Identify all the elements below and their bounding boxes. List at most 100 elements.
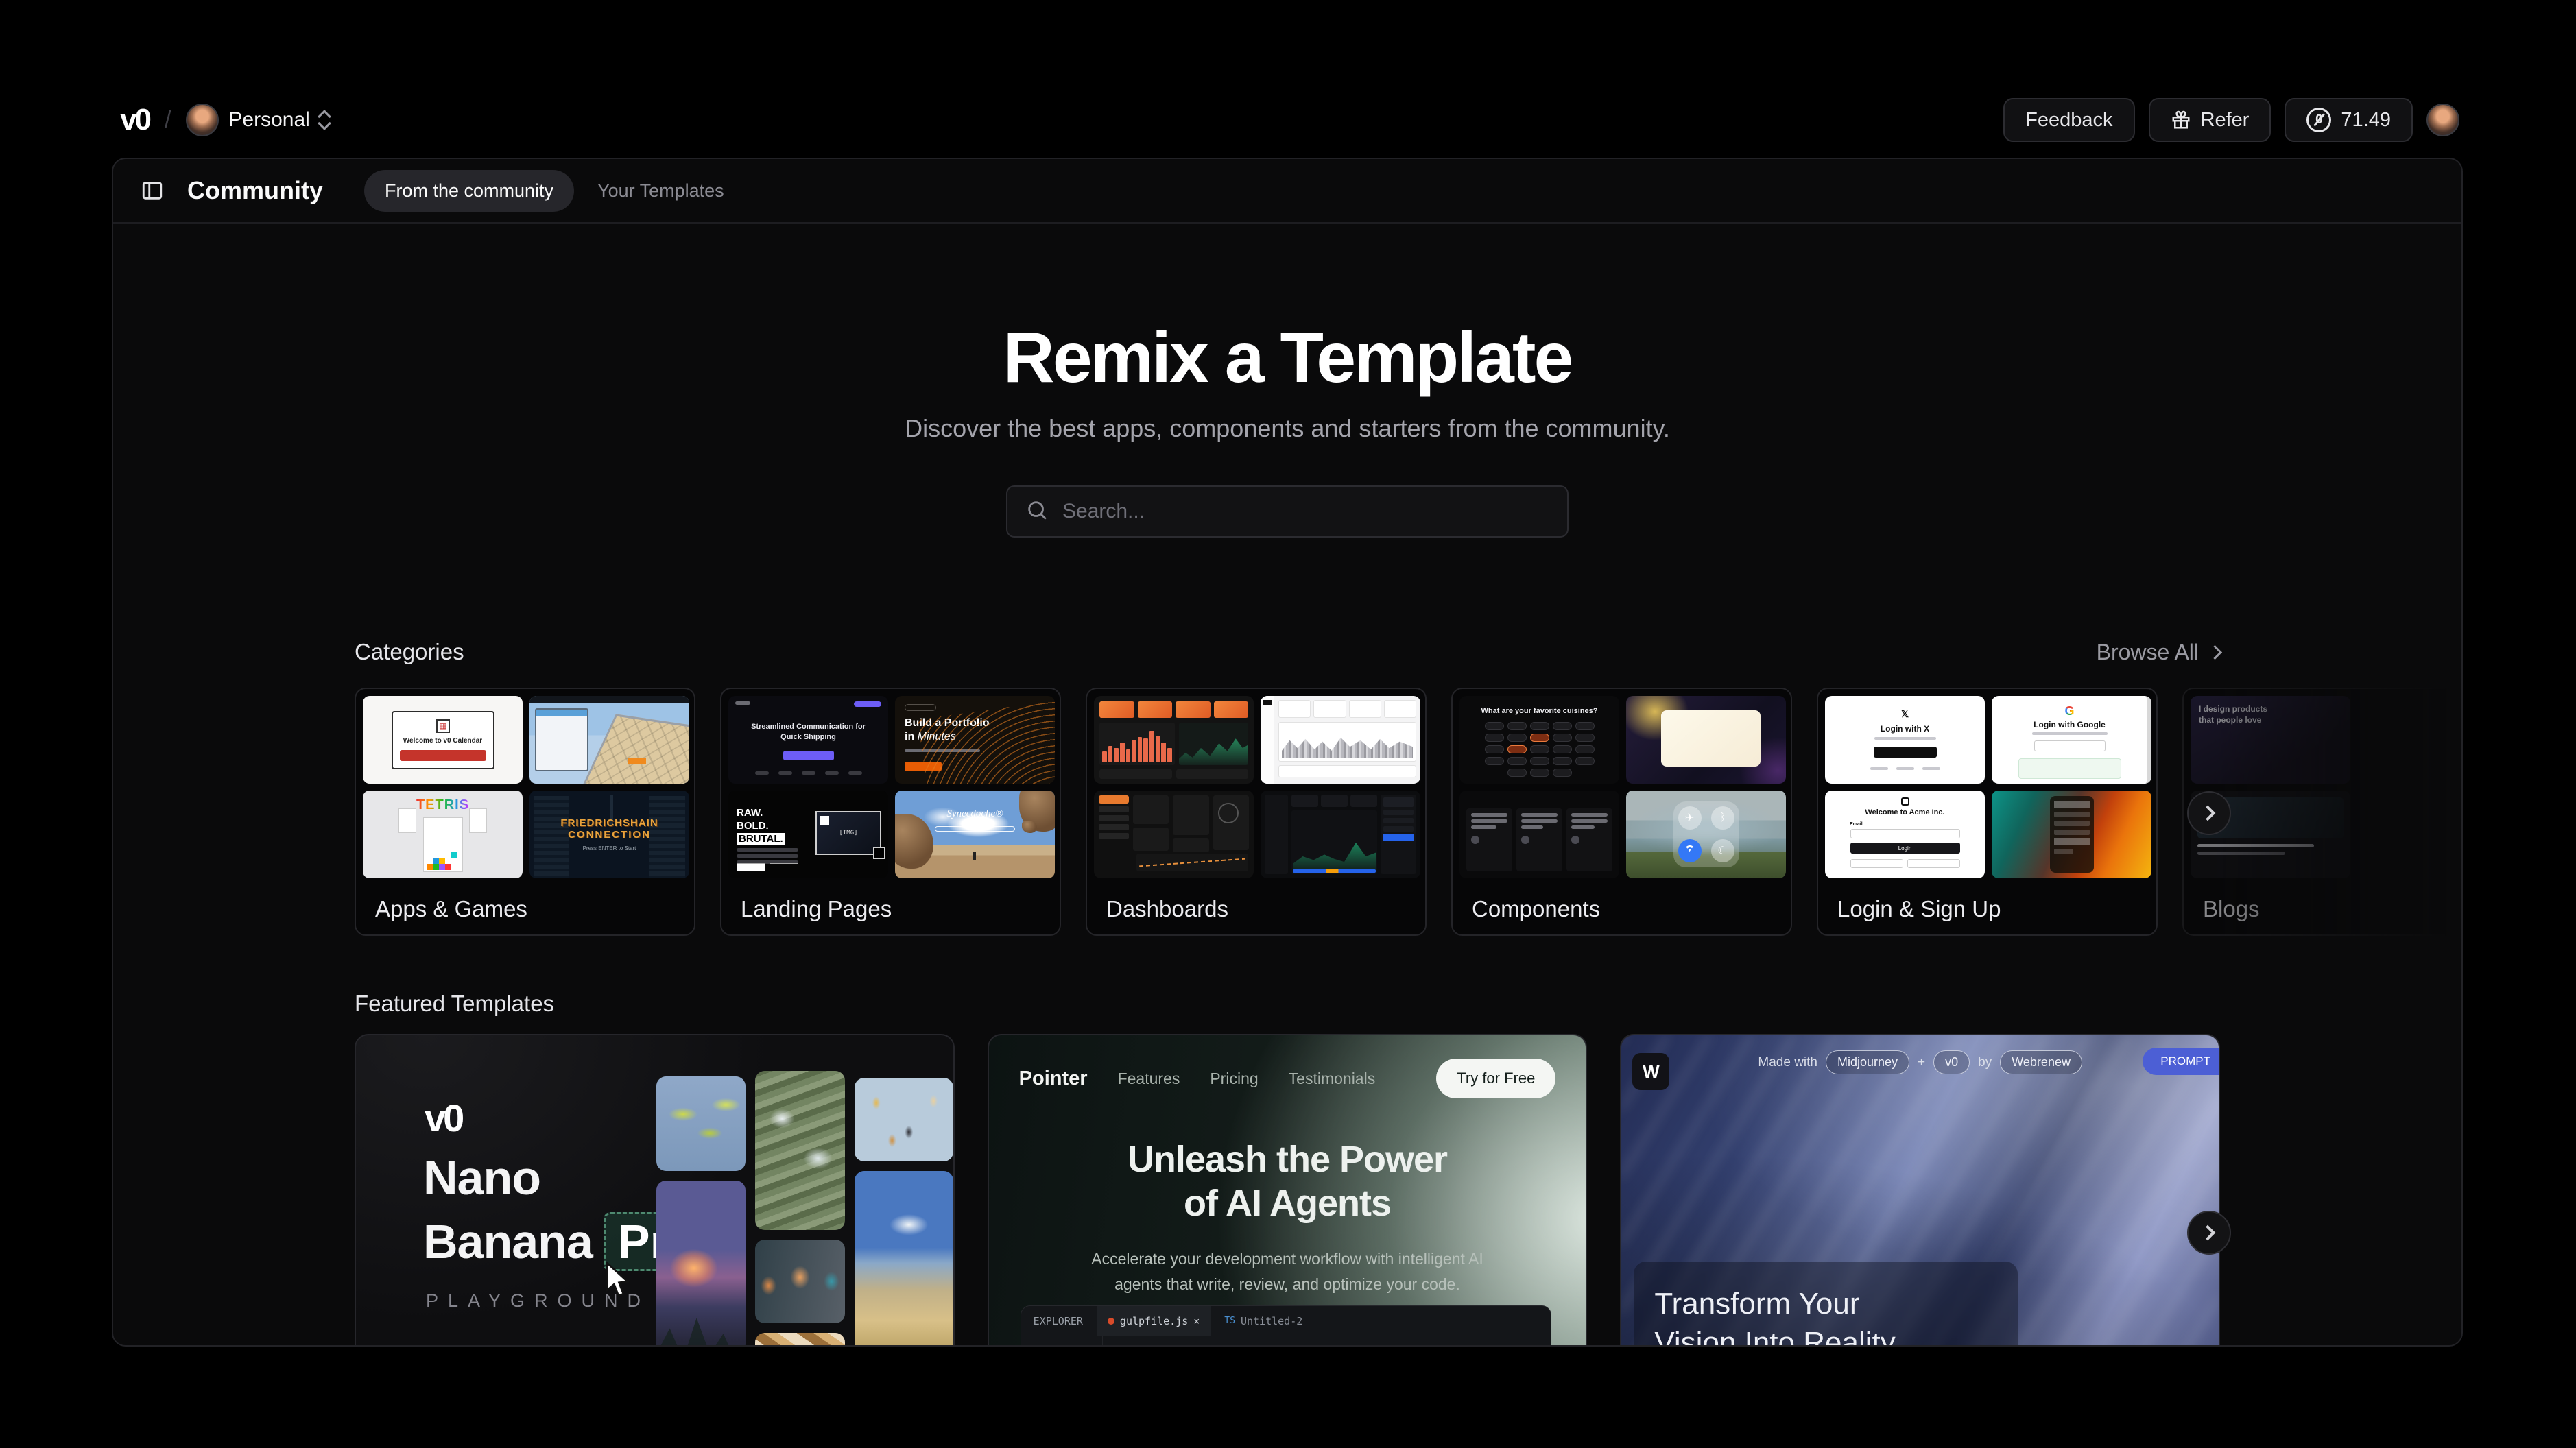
thumb-grid: ▦ Welcome to v0 Calendar TETRIS	[363, 696, 687, 878]
email-label: Email	[1850, 822, 1863, 827]
vision-title-2: Vision Into Reality	[1654, 1326, 1895, 1347]
wifi-icon	[1678, 839, 1702, 862]
bold-label: BOLD.	[737, 820, 769, 832]
featured-label: Featured Templates	[355, 991, 554, 1017]
thumb-friedrichshain-game: FRIEDRICHSHAIN CONNECTION Press ENTER to…	[529, 791, 689, 878]
nano-title-line1: Nano	[423, 1150, 540, 1205]
nav-pricing: Pricing	[1210, 1070, 1258, 1088]
prompt-button: PROMPT	[2143, 1048, 2220, 1075]
credits-icon: 0	[2306, 108, 2331, 132]
synecdoche-title: Synecdoche®	[895, 808, 1055, 820]
pointer-title-2: of AI Agents	[1184, 1183, 1391, 1224]
search-input[interactable]	[1062, 500, 1549, 523]
feedback-label: Feedback	[2025, 109, 2112, 132]
refer-label: Refer	[2201, 109, 2250, 132]
category-label: Login & Sign Up	[1837, 896, 2149, 922]
login-google-title: Login with Google	[2034, 720, 2106, 729]
photo-people	[755, 1240, 844, 1323]
featured-header: Featured Templates	[355, 991, 2220, 1017]
community-panel: Community From the community Your Templa…	[112, 158, 2463, 1347]
tab-label: gulpfile.js	[1120, 1315, 1188, 1327]
thumb-grid: What are your favorite cuisines?	[1459, 696, 1784, 878]
line-number: 1	[1112, 1344, 1122, 1347]
vision-overlay: Transform Your Vision Into Reality Use G…	[1634, 1262, 2018, 1347]
tab-from-the-community[interactable]: From the community	[364, 170, 574, 212]
workspace-avatar	[186, 104, 219, 136]
thumb-blog-empty	[2357, 696, 2463, 784]
portfolio-title-2: in	[905, 731, 914, 743]
browse-all-link[interactable]: Browse All	[2097, 640, 2220, 665]
thumb-isometric-game	[529, 696, 689, 784]
categories-header: Categories Browse All	[355, 639, 2220, 665]
community-content: Remix a Template Discover the best apps,…	[113, 224, 2461, 1347]
photo-leaves	[656, 1076, 746, 1171]
editor-tab-gulpfile: gulpfile.js ×	[1097, 1306, 1211, 1336]
search-icon	[1025, 498, 1049, 525]
explorer-label: EXPLORER	[1034, 1315, 1083, 1327]
browse-all-label: Browse All	[2097, 640, 2199, 665]
login-button-label: Login	[1850, 843, 1960, 854]
v0-logo[interactable]: v0	[120, 103, 150, 137]
thumb-grid	[1094, 696, 1418, 878]
template-search[interactable]	[1006, 485, 1569, 538]
tab-label: Untitled-2	[1241, 1315, 1302, 1327]
feedback-button[interactable]: Feedback	[2003, 98, 2134, 142]
tetris-logo: TETRIS	[416, 797, 469, 813]
category-card-login-signup[interactable]: 𝕏 Login with X G Login with Google	[1817, 688, 2158, 936]
category-card-landing-pages[interactable]: Streamlined Communication for Quick Ship…	[720, 688, 1061, 936]
categories-label: Categories	[355, 639, 464, 665]
v0-logo: v0	[425, 1096, 462, 1140]
category-label: Components	[1472, 896, 1784, 922]
sidebar-toggle-button[interactable]	[141, 179, 164, 202]
credits-value: 71.49	[2341, 109, 2391, 132]
pointer-nav: Pointer Features Pricing Testimonials Tr…	[989, 1035, 1586, 1098]
fried-title-1: FRIEDRICHSHAIN	[560, 817, 658, 829]
thumb-testimonials	[1459, 791, 1619, 878]
category-label: Blogs	[2203, 896, 2463, 922]
editor-tab-untitled: TS Untitled-2	[1224, 1315, 1302, 1327]
vision-title-1: Transform Your	[1654, 1287, 1859, 1320]
featured-card-pointer[interactable]: Pointer Features Pricing Testimonials Tr…	[988, 1034, 1588, 1347]
refer-button[interactable]: Refer	[2149, 98, 2271, 142]
gulp-icon	[1108, 1318, 1114, 1325]
category-card-components[interactable]: What are your favorite cuisines?	[1451, 688, 1792, 936]
gift-icon	[2171, 110, 2191, 130]
page-title: Community	[187, 176, 323, 205]
portfolio-title-italic: Minutes	[918, 731, 956, 743]
featured-next-button[interactable]	[2187, 1211, 2231, 1255]
thumb-saas-landing: Streamlined Communication for Quick Ship…	[728, 696, 888, 784]
hero-title: Remix a Template	[355, 319, 2220, 396]
close-icon: ×	[1193, 1315, 1200, 1327]
category-card-apps-games[interactable]: ▦ Welcome to v0 Calendar TETRIS	[355, 688, 695, 936]
thumb-grid: I design products that people love	[2191, 696, 2463, 878]
thumb-portfolio-landing: Build a Portfolio in Minutes	[895, 696, 1055, 784]
cursor-icon	[604, 1262, 632, 1303]
workspace-switcher[interactable]: Personal	[186, 104, 329, 136]
workspace-name: Personal	[228, 108, 309, 132]
chevron-up-down-icon	[320, 112, 329, 128]
made-with-label: Made with	[1758, 1055, 1817, 1070]
raw-label: RAW.	[737, 807, 763, 819]
thumb-grid: 𝕏 Login with X G Login with Google	[1825, 696, 2149, 878]
try-for-free-button: Try for Free	[1436, 1059, 1555, 1098]
featured-card-nano-banana[interactable]: v0 Nano Banana Pro PLAYGROUND	[355, 1034, 955, 1347]
landing-hero-1: Streamlined Communication for	[751, 723, 866, 731]
thumb-light-dashboard	[1261, 696, 1420, 784]
thumb-tetris-game: TETRIS	[363, 791, 523, 878]
breadcrumb-separator: /	[165, 107, 171, 134]
category-card-dashboards[interactable]: Dashboards	[1086, 688, 1427, 936]
tab-your-templates[interactable]: Your Templates	[585, 170, 737, 212]
photo-bottles	[755, 1333, 844, 1347]
featured-card-vision[interactable]: W Made with Midjourney + v0 by Webrenew …	[1620, 1034, 2220, 1347]
nav-testimonials: Testimonials	[1289, 1070, 1376, 1088]
pointer-brand: Pointer	[1019, 1067, 1088, 1090]
categories-next-button[interactable]	[2187, 791, 2231, 835]
pointer-subtitle: Accelerate your development workflow wit…	[989, 1246, 1586, 1297]
user-avatar[interactable]	[2426, 104, 2459, 136]
by-label: by	[1978, 1055, 1992, 1070]
featured-row: v0 Nano Banana Pro PLAYGROUND	[355, 1034, 2220, 1347]
x-logo: 𝕏	[1901, 708, 1909, 720]
credits-button[interactable]: 0 71.49	[2285, 98, 2413, 142]
thumb-synecdoche-landing: Synecdoche®	[895, 791, 1055, 878]
img-placeholder-label: [IMG]	[839, 830, 857, 836]
